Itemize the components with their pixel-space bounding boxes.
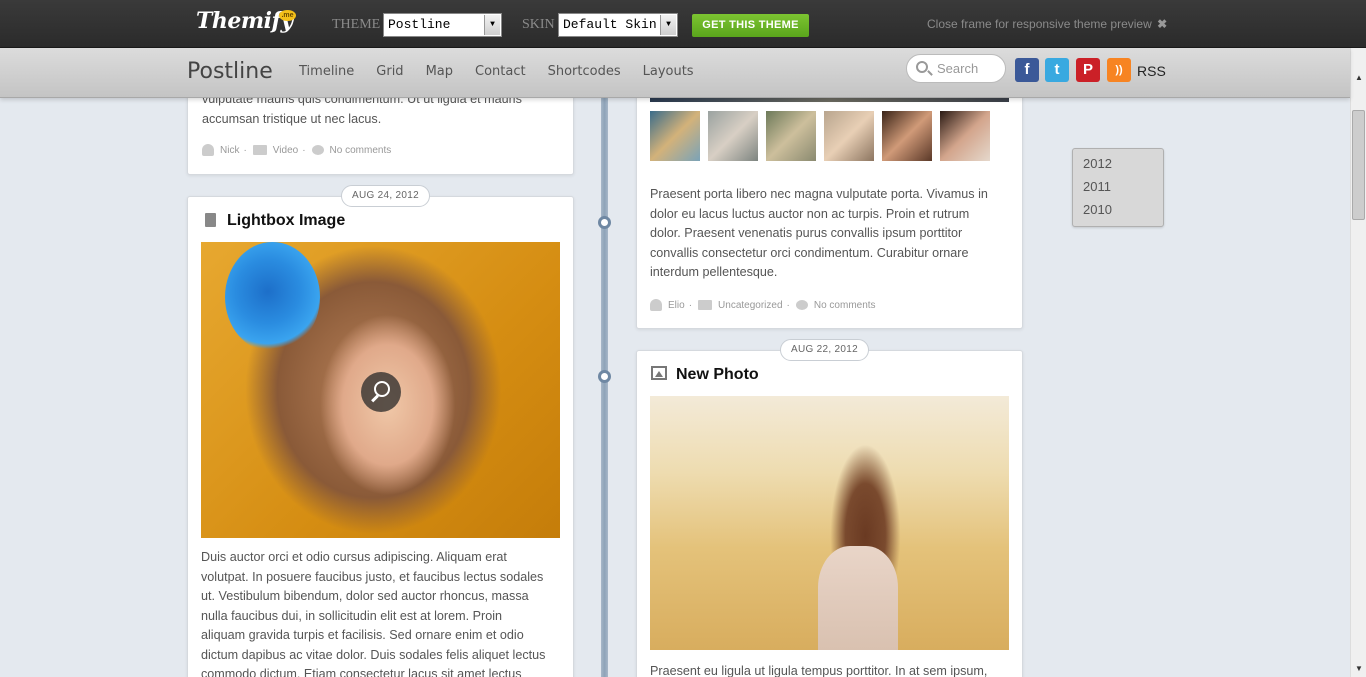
theme-label: THEME	[332, 17, 381, 32]
post-excerpt: Praesent eu ligula ut ligula tempus port…	[650, 662, 1015, 677]
facebook-icon[interactable]: f	[1015, 58, 1039, 82]
logo-badge: .me	[279, 10, 296, 21]
post-meta: Elio · Uncategorized · No comments	[650, 299, 876, 311]
user-icon	[650, 299, 662, 311]
nav-item-timeline[interactable]: Timeline	[299, 64, 354, 79]
year-archive: 2012 2011 2010	[1072, 148, 1164, 227]
nav-item-layouts[interactable]: Layouts	[643, 64, 694, 79]
post-author[interactable]: Elio	[668, 300, 685, 311]
archive-year-2012[interactable]: 2012	[1073, 152, 1163, 175]
site-title[interactable]: Postline	[187, 59, 273, 84]
rss-icon[interactable]: ))	[1107, 58, 1131, 82]
timeline-dot	[598, 370, 611, 383]
preview-toolbar: Themify .me THEME Postline ▼ SKIN Defaul…	[0, 0, 1366, 48]
post-category[interactable]: Uncategorized	[718, 300, 782, 311]
nav-item-contact[interactable]: Contact	[475, 64, 526, 79]
gallery-main-image[interactable]	[650, 98, 1009, 102]
excerpt-line: nulla faucibus dui, in sollicitudin elit…	[201, 608, 503, 623]
scroll-down-arrow-icon[interactable]: ▼	[1351, 661, 1366, 677]
search-placeholder: Search	[937, 61, 979, 76]
get-this-theme-button[interactable]: GET THIS THEME	[692, 14, 809, 37]
close-icon: ✖	[1157, 17, 1168, 31]
excerpt-line: Praesent porta libero nec magna vulputat…	[650, 187, 988, 201]
search-input[interactable]: Search	[906, 54, 1006, 83]
excerpt-line: accumsan tristique ut nec lacus.	[202, 111, 382, 126]
gallery-thumbnail[interactable]	[766, 111, 816, 161]
folder-icon	[252, 145, 267, 155]
post-category[interactable]: Video	[273, 145, 298, 156]
post-title[interactable]: New Photo	[676, 366, 759, 384]
post-author[interactable]: Nick	[220, 145, 239, 156]
gallery-thumbnail[interactable]	[940, 111, 990, 161]
post-meta: Nick · Video · No comments	[202, 144, 391, 156]
chevron-down-icon: ▼	[660, 15, 676, 35]
post-comments[interactable]: No comments	[814, 300, 876, 311]
comment-icon	[795, 300, 808, 310]
excerpt-line: commodo dictum. Etiam consectetur lacus …	[201, 667, 522, 677]
gallery-thumbnail[interactable]	[824, 111, 874, 161]
zoom-icon[interactable]	[361, 372, 401, 412]
archive-year-2011[interactable]: 2011	[1073, 175, 1163, 198]
photo-icon	[651, 366, 667, 380]
post-excerpt: Duis auctor orci et odio cursus adipisci…	[201, 548, 566, 677]
comment-icon	[311, 145, 324, 155]
twitter-icon[interactable]: t	[1045, 58, 1069, 82]
gallery-thumbnail[interactable]	[882, 111, 932, 161]
skin-select-value: Default Skin	[563, 17, 657, 32]
excerpt-line: volutpat. In posuere faucibus justo, et …	[201, 569, 544, 584]
page-scrollbar[interactable]: ▲ ▼	[1350, 48, 1366, 677]
flower-decoration	[225, 242, 320, 352]
post-image-field[interactable]	[650, 396, 1009, 650]
post-card-video: vulputate mauris quis condimentum. Ut ut…	[187, 92, 574, 175]
skin-label: SKIN	[522, 17, 555, 32]
document-icon	[205, 213, 216, 227]
excerpt-line: dolor eu lacus luctus auctor non ac turp…	[650, 206, 970, 221]
chevron-down-icon: ▼	[484, 15, 500, 35]
site-header: Postline Timeline Grid Map Contact Short…	[0, 48, 1350, 98]
post-date-badge: AUG 22, 2012	[780, 339, 869, 361]
post-excerpt: Praesent porta libero nec magna vulputat…	[650, 185, 1015, 283]
close-frame-text: Close frame for responsive theme preview	[927, 17, 1152, 31]
archive-year-2010[interactable]: 2010	[1073, 198, 1163, 221]
theme-select[interactable]: Postline ▼	[383, 13, 502, 37]
post-title[interactable]: Lightbox Image	[227, 212, 345, 230]
excerpt-line: interdum pellentesque.	[650, 265, 778, 279]
search-icon	[916, 61, 928, 73]
folder-icon	[698, 300, 713, 310]
scrollbar-thumb[interactable]	[1352, 110, 1365, 220]
excerpt-line: Praesent eu ligula ut ligula tempus port…	[650, 664, 988, 677]
rss-link[interactable]: RSS	[1137, 63, 1166, 79]
scroll-up-arrow-icon[interactable]: ▲	[1351, 70, 1366, 86]
excerpt-line: Duis auctor orci et odio cursus adipisci…	[201, 550, 507, 564]
theme-select-value: Postline	[388, 17, 451, 32]
excerpt-line: dictum dapibus ac vitae dolor. Duis soda…	[201, 647, 546, 662]
gallery-thumbnail[interactable]	[708, 111, 758, 161]
timeline-line	[601, 98, 608, 677]
post-comments[interactable]: No comments	[330, 145, 392, 156]
nav-item-shortcodes[interactable]: Shortcodes	[548, 64, 621, 79]
gallery-thumbnail[interactable]	[650, 111, 700, 161]
excerpt-line: convallis consectetur orci condimentum. …	[650, 245, 969, 260]
nav-item-grid[interactable]: Grid	[376, 64, 403, 79]
figure-dress	[818, 546, 898, 650]
pinterest-icon[interactable]: P	[1076, 58, 1100, 82]
close-frame-link[interactable]: Close frame for responsive theme preview…	[927, 17, 1167, 31]
themify-logo[interactable]: Themify	[196, 8, 293, 34]
nav-item-map[interactable]: Map	[426, 64, 453, 79]
user-icon	[202, 144, 214, 156]
post-date-badge: AUG 24, 2012	[341, 185, 430, 207]
timeline-dot	[598, 216, 611, 229]
skin-select[interactable]: Default Skin ▼	[558, 13, 678, 37]
excerpt-line: aliquam gravida turpis et facilisis. Sed…	[201, 628, 524, 642]
excerpt-line: ut. Vestibulum bibendum, dolor sed aucto…	[201, 589, 529, 603]
main-nav: Timeline Grid Map Contact Shortcodes Lay…	[299, 64, 716, 79]
excerpt-line: dolor. Praesent venenatis purus convalli…	[650, 226, 963, 240]
